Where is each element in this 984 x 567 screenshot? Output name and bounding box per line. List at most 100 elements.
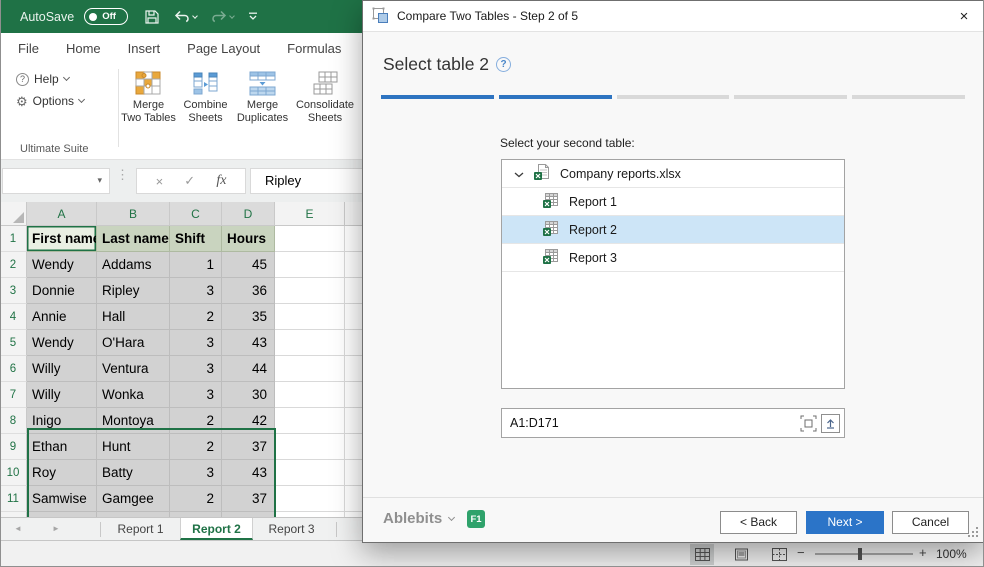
cell[interactable]: Hours (222, 226, 275, 252)
cell[interactable]: Wonka (97, 382, 170, 408)
close-icon[interactable]: × (951, 4, 977, 29)
ribbon-tab-insert[interactable]: Insert (128, 41, 161, 56)
merge-two-tables-button[interactable]: Merge Two Tables (120, 67, 177, 124)
cell[interactable] (345, 460, 362, 486)
cell[interactable]: Annie (27, 304, 97, 330)
cell[interactable]: 43 (222, 460, 275, 486)
cell[interactable]: Ripley (97, 278, 170, 304)
back-button[interactable]: < Back (720, 511, 797, 534)
cell[interactable]: 3 (170, 356, 222, 382)
resize-grip[interactable] (976, 527, 978, 529)
cell[interactable]: Hall (97, 304, 170, 330)
row-header[interactable]: 5 (0, 330, 27, 356)
cell[interactable]: Willy (27, 356, 97, 382)
ribbon-tab-file[interactable]: File (18, 41, 39, 56)
sheet-tab-report2[interactable]: Report 2 (180, 518, 253, 540)
cell[interactable]: Ethan (27, 434, 97, 460)
cell[interactable]: 30 (222, 382, 275, 408)
cell[interactable]: Willy (27, 382, 97, 408)
help-icon[interactable]: ? (496, 57, 512, 72)
cell[interactable]: O'Hara (97, 330, 170, 356)
sheet-tab-report1[interactable]: Report 1 (101, 518, 180, 540)
cell[interactable] (275, 460, 345, 486)
cell[interactable]: Wendy (27, 252, 97, 278)
row-header[interactable]: 10 (0, 460, 27, 486)
cell[interactable]: Inigo (27, 408, 97, 434)
row-header[interactable]: 8 (0, 408, 27, 434)
cell[interactable]: 1 (170, 252, 222, 278)
cell[interactable]: Addams (97, 252, 170, 278)
next-button[interactable]: Next > (806, 511, 884, 534)
zoom-slider[interactable] (815, 548, 913, 560)
undo-dropdown-icon[interactable] (192, 12, 199, 19)
insert-function-icon[interactable]: fx (216, 173, 226, 189)
cell[interactable]: 3 (170, 330, 222, 356)
cell[interactable] (345, 330, 362, 356)
cell[interactable] (275, 356, 345, 382)
cell[interactable]: Hunt (97, 434, 170, 460)
cell[interactable] (275, 226, 345, 252)
ribbon-tab-formulas[interactable]: Formulas (287, 41, 341, 56)
cell[interactable] (345, 408, 362, 434)
cell[interactable]: 44 (222, 356, 275, 382)
zoom-level[interactable]: 100% (936, 547, 967, 561)
row-header[interactable]: 2 (0, 252, 27, 278)
row-header[interactable]: 1 (0, 226, 27, 252)
cell[interactable] (275, 304, 345, 330)
cell[interactable]: Wendy (27, 330, 97, 356)
cell[interactable]: Montoya (97, 408, 170, 434)
cell[interactable]: 37 (222, 486, 275, 512)
cell[interactable]: 35 (222, 304, 275, 330)
ablebits-menu[interactable]: Ablebits (383, 510, 456, 527)
cell[interactable] (275, 278, 345, 304)
options-button[interactable]: ⚙ Options (16, 94, 86, 108)
cell[interactable]: 43 (222, 330, 275, 356)
ribbon-tab-page-layout[interactable]: Page Layout (187, 41, 260, 56)
cell[interactable]: 2 (170, 486, 222, 512)
cell[interactable] (275, 434, 345, 460)
tree-item-workbook[interactable]: Company reports.xlsx (502, 160, 844, 188)
row-header[interactable]: 6 (0, 356, 27, 382)
enter-entry-icon[interactable]: ✓ (184, 173, 195, 189)
chevron-down-icon[interactable] (514, 167, 524, 181)
cell[interactable]: 3 (170, 278, 222, 304)
row-header[interactable]: 11 (0, 486, 27, 512)
cell[interactable]: Batty (97, 460, 170, 486)
tree-item-sheet[interactable]: Report 3 (502, 244, 844, 272)
row-header[interactable]: 4 (0, 304, 27, 330)
cell[interactable]: 2 (170, 408, 222, 434)
cell[interactable]: Last name (97, 226, 170, 252)
cell[interactable]: 2 (170, 304, 222, 330)
cell[interactable] (275, 486, 345, 512)
f1-help-badge[interactable]: F1 (467, 510, 485, 528)
page-break-view-icon[interactable] (767, 544, 791, 565)
consolidate-sheets-button[interactable]: Consolidate Sheets (291, 67, 359, 124)
save-icon[interactable] (144, 9, 160, 25)
help-button[interactable]: ? Help (16, 72, 70, 86)
cell[interactable]: Gamgee (97, 486, 170, 512)
cell[interactable] (345, 304, 362, 330)
column-header-c[interactable]: C (170, 202, 222, 226)
cell[interactable]: Roy (27, 460, 97, 486)
redo-icon[interactable] (211, 10, 236, 23)
cancel-button[interactable]: Cancel (892, 511, 969, 534)
cell[interactable] (275, 330, 345, 356)
zoom-in-button[interactable]: + (919, 545, 927, 560)
ribbon-tab-home[interactable]: Home (66, 41, 101, 56)
column-header-a[interactable]: A (27, 202, 97, 226)
undo-icon[interactable] (174, 10, 199, 23)
tree-item-sheet[interactable]: Report 1 (502, 188, 844, 216)
cell[interactable]: 37 (222, 434, 275, 460)
autosave-toggle[interactable]: Off (84, 8, 129, 25)
cell[interactable]: Ventura (97, 356, 170, 382)
redo-dropdown-icon[interactable] (229, 12, 236, 19)
select-all-corner[interactable] (0, 202, 27, 226)
cell[interactable] (345, 382, 362, 408)
cell[interactable]: First name (27, 226, 97, 252)
cell[interactable]: 45 (222, 252, 275, 278)
tree-item-sheet-selected[interactable]: Report 2 (502, 216, 844, 244)
cell[interactable] (345, 356, 362, 382)
select-range-icon[interactable] (798, 413, 818, 433)
cell[interactable]: 42 (222, 408, 275, 434)
row-header[interactable]: 7 (0, 382, 27, 408)
